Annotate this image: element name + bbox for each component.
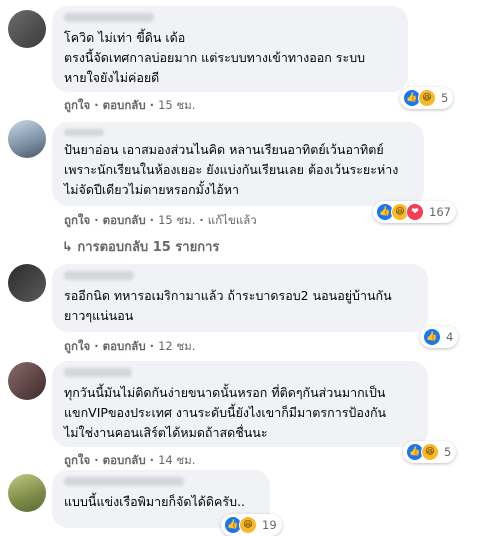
comment-actions: ถูกใจ · ตอบกลับ · 14 ชม. bbox=[64, 453, 196, 467]
commenter-name[interactable] bbox=[64, 129, 104, 136]
comment-text: แบบนี้แข่งเรือพิมายก็จัดได้ดิครับ.. bbox=[64, 494, 245, 509]
avatar[interactable] bbox=[8, 120, 46, 158]
haha-icon: 😆 bbox=[421, 443, 439, 461]
timestamp[interactable]: 15 ชม. bbox=[158, 98, 195, 112]
reaction-summary[interactable]: 👍 😆 ❤ 167 bbox=[373, 201, 456, 223]
reaction-summary[interactable]: 👍 😆 5 bbox=[403, 441, 457, 463]
comment-actions: ถูกใจ · ตอบกลับ · 15 ชม. bbox=[64, 98, 196, 112]
view-replies-link[interactable]: ↳ การตอบกลับ 15 รายการ bbox=[62, 236, 219, 257]
like-link[interactable]: ถูกใจ bbox=[64, 453, 90, 467]
reply-link[interactable]: ตอบกลับ bbox=[103, 453, 146, 467]
comment-bubble: ปันยาอ่อน เอาสมองส่วนไนคิด หลานเรียนอาทิ… bbox=[52, 122, 424, 206]
like-link[interactable]: ถูกใจ bbox=[64, 213, 90, 227]
reaction-count: 167 bbox=[429, 205, 451, 219]
avatar[interactable] bbox=[8, 362, 46, 400]
comment-bubble: โควิด ไม่เท่า ขี้ดิน เด้อ ตรงนี้จัดเทศกา… bbox=[52, 6, 408, 92]
reply-link[interactable]: ตอบกลับ bbox=[103, 98, 146, 112]
avatar[interactable] bbox=[8, 474, 46, 512]
reaction-summary[interactable]: 👍 😆 19 bbox=[221, 514, 282, 536]
comment-text: ปันยาอ่อน เอาสมองส่วนไนคิด หลานเรียนอาทิ… bbox=[64, 142, 399, 197]
commenter-name[interactable] bbox=[64, 13, 154, 22]
avatar[interactable] bbox=[8, 10, 46, 48]
comment-bubble: รออีกนิด ทหารอเมริกามาแล้ว ถ้าระบาดรอบ2 … bbox=[52, 264, 428, 332]
comment-actions: ถูกใจ · ตอบกลับ · 12 ชม. bbox=[64, 339, 196, 353]
reaction-count: 5 bbox=[441, 91, 449, 105]
comment-text: รออีกนิด ทหารอเมริกามาแล้ว ถ้าระบาดรอบ2 … bbox=[64, 288, 392, 323]
timestamp[interactable]: 15 ชม. bbox=[158, 213, 195, 227]
reaction-summary[interactable]: 👍 4 bbox=[420, 326, 459, 348]
reply-link[interactable]: ตอบกลับ bbox=[103, 339, 146, 353]
like-link[interactable]: ถูกใจ bbox=[64, 339, 90, 353]
haha-icon: 😆 bbox=[239, 516, 257, 534]
avatar[interactable] bbox=[8, 264, 46, 302]
reaction-count: 5 bbox=[444, 445, 452, 459]
reaction-count: 19 bbox=[262, 518, 277, 532]
timestamp[interactable]: 12 ชม. bbox=[158, 339, 195, 353]
like-link[interactable]: ถูกใจ bbox=[64, 98, 90, 112]
comment-text: ทุกวันนี้มันไม่ติดกันง่ายขนาดนั้นหรอก ที… bbox=[64, 385, 387, 440]
comment-text: โควิด ไม่เท่า ขี้ดิน เด้อ ตรงนี้จัดเทศกา… bbox=[64, 30, 366, 85]
reaction-summary[interactable]: 👍 😆 5 bbox=[400, 87, 454, 109]
comment-actions: ถูกใจ · ตอบกลับ · 15 ชม. · แก้ไขแล้ว bbox=[64, 213, 257, 227]
edited-label: แก้ไขแล้ว bbox=[207, 213, 257, 227]
commenter-name[interactable] bbox=[64, 271, 134, 280]
commenter-name[interactable] bbox=[64, 368, 132, 377]
love-icon: ❤ bbox=[406, 203, 424, 221]
comment-bubble: ทุกวันนี้มันไม่ติดกันง่ายขนาดนั้นหรอก ที… bbox=[52, 361, 428, 447]
reply-link[interactable]: ตอบกลับ bbox=[103, 213, 146, 227]
haha-icon: 😆 bbox=[418, 89, 436, 107]
like-icon: 👍 bbox=[423, 328, 441, 346]
timestamp[interactable]: 14 ชม. bbox=[158, 453, 195, 467]
commenter-name[interactable] bbox=[64, 477, 184, 486]
reaction-count: 4 bbox=[446, 330, 454, 344]
